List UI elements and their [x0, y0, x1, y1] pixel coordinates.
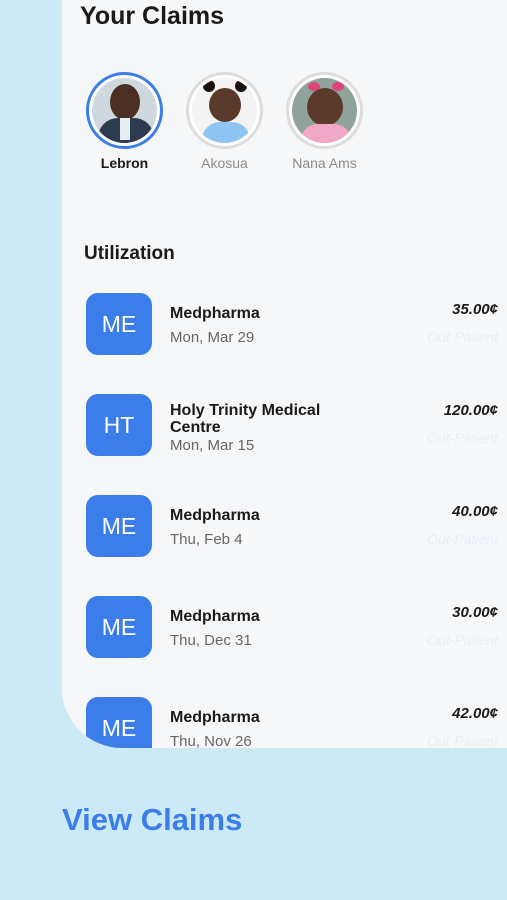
claim-amount: 120.00¢ — [443, 402, 498, 419]
provider-name: Medpharma — [170, 709, 260, 726]
claim-type: Out-Patient — [427, 531, 498, 547]
provider-initials-badge: HT — [86, 394, 152, 456]
provider-name: Medpharma — [170, 608, 260, 625]
view-claims-button[interactable]: View Claims — [62, 802, 242, 838]
claim-type: Out-Patient — [427, 430, 498, 446]
avatar[interactable] — [86, 72, 163, 149]
list-item[interactable]: ME Medpharma Thu, Dec 31 30.00¢ Out-Pati… — [86, 596, 498, 697]
page-title: Your Claims — [80, 2, 225, 30]
claim-type: Out-Patient — [427, 733, 498, 748]
avatar[interactable] — [186, 72, 263, 149]
member-nana-ams[interactable]: Nana Ams — [286, 72, 363, 171]
member-name: Akosua — [201, 155, 248, 171]
claim-amount: 35.00¢ — [452, 301, 498, 318]
avatar-photo — [192, 78, 257, 143]
utilization-list: ME Medpharma Mon, Mar 29 35.00¢ Out-Pati… — [86, 293, 498, 748]
avatar[interactable] — [286, 72, 363, 149]
avatar-photo — [292, 78, 357, 143]
list-item[interactable]: ME Medpharma Thu, Nov 26 42.00¢ Out-Pati… — [86, 697, 498, 748]
member-selector: Lebron Akosua Nana Ams — [86, 72, 363, 171]
claim-date: Thu, Dec 31 — [170, 632, 252, 649]
list-item[interactable]: ME Medpharma Thu, Feb 4 40.00¢ Out-Patie… — [86, 495, 498, 596]
claim-type: Out-Patient — [427, 329, 498, 345]
member-lebron[interactable]: Lebron — [86, 72, 163, 171]
claim-date: Mon, Mar 29 — [170, 329, 255, 346]
member-name: Lebron — [100, 155, 149, 171]
list-item[interactable]: ME Medpharma Mon, Mar 29 35.00¢ Out-Pati… — [86, 293, 498, 394]
claim-date: Thu, Feb 4 — [170, 531, 243, 548]
claim-type: Out-Patient — [427, 632, 498, 648]
claim-date: Mon, Mar 15 — [170, 437, 255, 454]
provider-name: Medpharma — [170, 305, 260, 322]
claim-date: Thu, Nov 26 — [170, 733, 252, 748]
provider-name: Holy Trinity Medical Centre — [170, 402, 321, 436]
utilization-title: Utilization — [84, 243, 175, 264]
provider-initials-badge: ME — [86, 596, 152, 658]
list-item[interactable]: HT Holy Trinity Medical Centre Mon, Mar … — [86, 394, 498, 495]
provider-initials-badge: ME — [86, 697, 152, 748]
provider-name: Medpharma — [170, 507, 260, 524]
provider-initials-badge: ME — [86, 495, 152, 557]
claim-amount: 40.00¢ — [452, 503, 498, 520]
provider-initials-badge: ME — [86, 293, 152, 355]
avatar-photo — [92, 78, 157, 143]
claim-amount: 42.00¢ — [452, 705, 498, 722]
member-akosua[interactable]: Akosua — [186, 72, 263, 171]
claim-amount: 30.00¢ — [452, 604, 498, 621]
claims-card: Your Claims Lebron Akosua Nana Ams Utili… — [62, 0, 507, 748]
member-name: Nana Ams — [292, 155, 357, 171]
